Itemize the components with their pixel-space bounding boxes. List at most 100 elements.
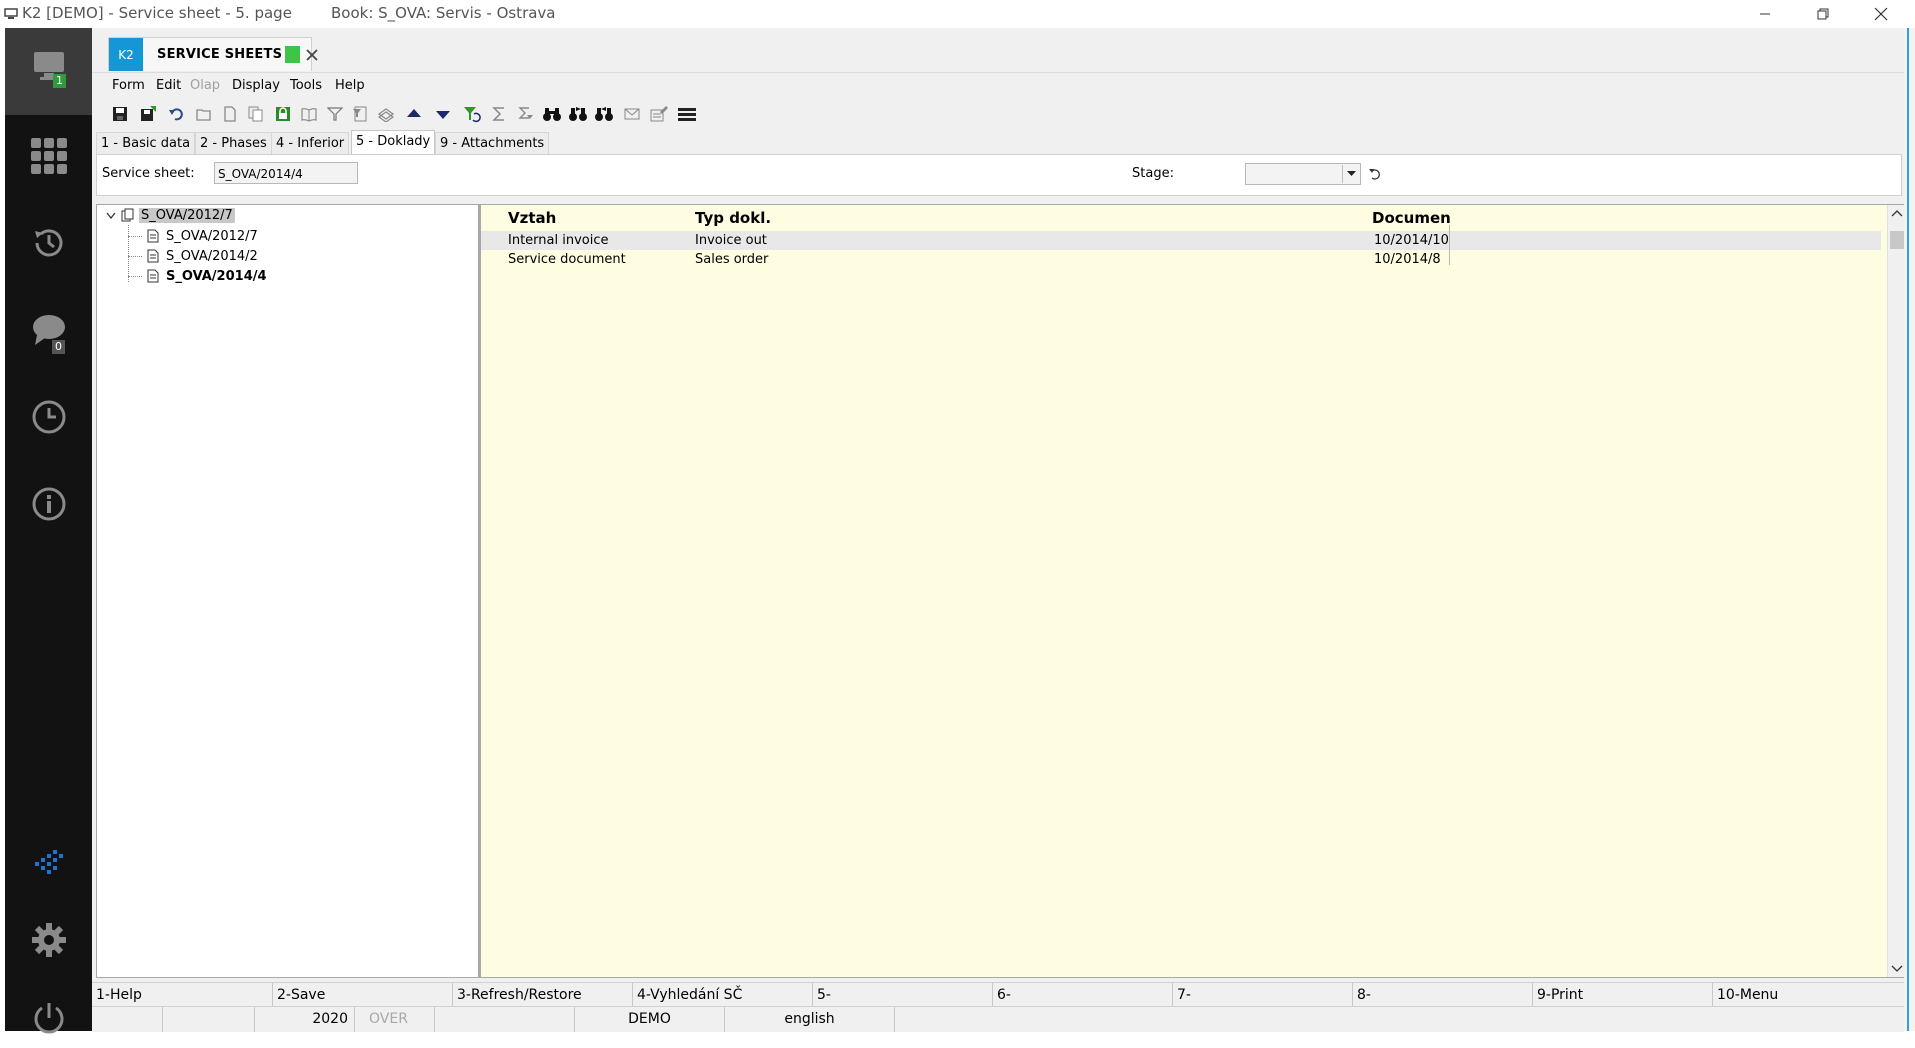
status-bar: 2020 OVER DEMO english — [92, 1006, 1904, 1032]
fkey-8[interactable]: 8- — [1352, 983, 1532, 1007]
k2-logo-item[interactable] — [5, 832, 92, 892]
email-button[interactable] — [622, 104, 642, 124]
stage-select[interactable] — [1245, 163, 1361, 185]
chat-item[interactable]: 0 — [5, 300, 92, 360]
binoculars-next-icon — [569, 107, 587, 121]
sum-filter-button[interactable] — [516, 104, 536, 124]
fkey-save[interactable]: 2-Save — [272, 983, 452, 1007]
filter-list-button[interactable] — [350, 104, 370, 124]
documents-icon — [121, 208, 134, 222]
tab-basic-data[interactable]: 1 - Basic data — [96, 132, 196, 155]
clock-item[interactable] — [5, 387, 92, 447]
collapse-icon[interactable] — [106, 212, 116, 220]
menu-help[interactable]: Help — [335, 78, 365, 93]
restore-button[interactable] — [1800, 0, 1846, 28]
workspace-badge: 1 — [53, 74, 66, 88]
right-edge-strip — [1904, 28, 1915, 1031]
arrow-up-icon — [407, 109, 421, 117]
find-button[interactable] — [542, 104, 562, 124]
find-prev-button[interactable] — [594, 104, 614, 124]
notes-button[interactable] — [649, 104, 669, 124]
column-header-document[interactable]: Document — [1372, 209, 1450, 227]
documents-grid: Vztah Typ dokl. Document Internal invoic… — [479, 204, 1907, 978]
scroll-thumb[interactable] — [1890, 231, 1904, 249]
menu-form[interactable]: Form — [112, 78, 145, 93]
undo-button[interactable] — [166, 104, 186, 124]
accent-bar — [1907, 28, 1909, 1031]
info-item[interactable] — [5, 474, 92, 534]
history-item[interactable] — [5, 213, 92, 273]
fkey-7[interactable]: 7- — [1172, 983, 1352, 1007]
stage-dropdown-button[interactable] — [1342, 165, 1359, 183]
tab-attachments[interactable]: 9 - Attachments — [435, 132, 550, 155]
new-button[interactable] — [220, 104, 240, 124]
tree-line — [128, 256, 142, 257]
tree-root-node[interactable]: S_OVA/2012/7 — [121, 206, 235, 224]
filter-button[interactable] — [325, 104, 345, 124]
book-icon — [301, 108, 317, 122]
close-tab-icon[interactable] — [304, 47, 320, 63]
more-menu-button[interactable] — [677, 104, 697, 124]
close-window-button[interactable] — [1858, 0, 1904, 28]
toolbar — [92, 99, 1904, 129]
apps-item[interactable] — [5, 126, 92, 186]
fkey-5[interactable]: 5- — [812, 983, 992, 1007]
save-new-button[interactable] — [138, 104, 158, 124]
binoculars-prev-icon — [595, 107, 613, 121]
refresh-filter-button[interactable] — [462, 104, 482, 124]
scroll-down-icon[interactable] — [1891, 965, 1903, 973]
document-icon — [147, 249, 159, 263]
menu-tools[interactable]: Tools — [290, 78, 322, 93]
printer-icon — [378, 108, 394, 122]
reset-icon[interactable] — [1368, 167, 1382, 181]
service-sheet-field[interactable]: S_OVA/2014/4 — [214, 162, 358, 184]
tab-doklady[interactable]: 5 - Doklady — [351, 130, 436, 155]
settings-item[interactable] — [5, 910, 92, 970]
menu-olap[interactable]: Olap — [190, 78, 220, 93]
fkey-refresh[interactable]: 3-Refresh/Restore — [452, 983, 632, 1007]
tree-node[interactable]: S_OVA/2014/2 — [146, 247, 260, 265]
status-blank — [162, 1007, 254, 1032]
status-indicator — [285, 46, 300, 63]
k2-tab-icon: K2 — [109, 38, 143, 71]
move-up-button[interactable] — [404, 104, 424, 124]
column-header-typ-dokl[interactable]: Typ dokl. — [695, 209, 771, 227]
fkey-menu[interactable]: 10-Menu — [1712, 983, 1904, 1007]
tree-node[interactable]: S_OVA/2012/7 — [146, 227, 260, 245]
tab-inferior[interactable]: 4 - Inferior — [271, 132, 350, 155]
lock-button[interactable] — [273, 104, 293, 124]
copy-button[interactable] — [246, 104, 266, 124]
fkey-search[interactable]: 4-Vyhledání SČ — [632, 983, 812, 1007]
sum-button[interactable] — [489, 104, 509, 124]
table-row[interactable]: Internal invoice Invoice out 10/2014/10 — [481, 231, 1881, 250]
scroll-up-icon[interactable] — [1891, 209, 1903, 217]
notes-icon — [650, 106, 668, 122]
move-down-button[interactable] — [433, 104, 453, 124]
main-sidebar: 1 0 — [5, 28, 92, 1034]
refresh-filter-icon — [464, 107, 481, 123]
tab-phases[interactable]: 2 - Phases — [195, 132, 272, 155]
service-sheets-tab[interactable]: K2 SERVICE SHEETS — [108, 37, 318, 71]
app-area: K2 SERVICE SHEETS Form Edit Olap Display… — [92, 28, 1907, 1032]
workspace-item[interactable]: 1 — [5, 28, 92, 115]
tab-title: SERVICE SHEETS — [157, 47, 283, 62]
find-next-button[interactable] — [568, 104, 588, 124]
save-button[interactable] — [110, 104, 130, 124]
app-icon — [4, 8, 18, 19]
print-button[interactable] — [376, 104, 396, 124]
window-title: K2 [DEMO] - Service sheet - 5. page — [22, 4, 292, 22]
fkey-print[interactable]: 9-Print — [1532, 983, 1712, 1007]
fkey-help[interactable]: 1-Help — [92, 983, 272, 1007]
power-item[interactable] — [5, 988, 92, 1048]
minimize-button[interactable] — [1742, 0, 1788, 28]
info-icon — [32, 487, 65, 521]
folder-open-icon — [196, 109, 211, 121]
tree-node-current[interactable]: S_OVA/2014/4 — [146, 267, 269, 285]
open-button[interactable] — [194, 104, 214, 124]
menu-edit[interactable]: Edit — [156, 78, 181, 93]
book-button[interactable] — [299, 104, 319, 124]
column-header-vztah[interactable]: Vztah — [508, 209, 556, 227]
table-row[interactable]: Service document Sales order 10/2014/8 — [481, 250, 1881, 269]
menu-display[interactable]: Display — [232, 78, 280, 93]
fkey-6[interactable]: 6- — [992, 983, 1172, 1007]
